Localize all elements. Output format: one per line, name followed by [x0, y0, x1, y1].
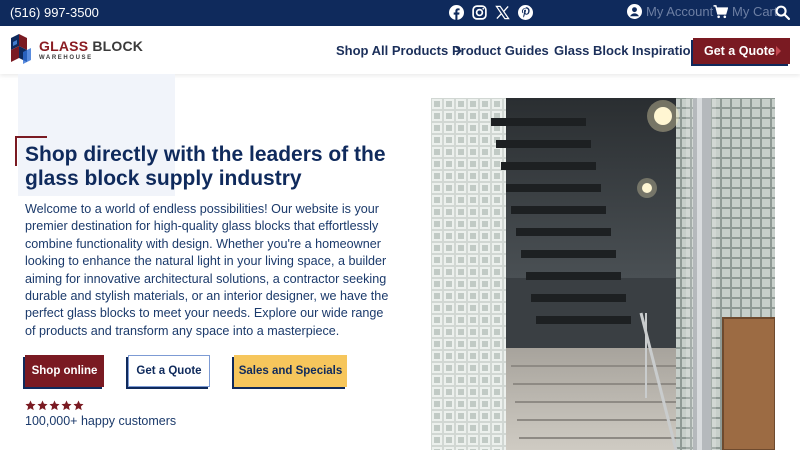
my-account-label: My Account: [646, 4, 714, 19]
hero-description: Welcome to a world of endless possibilit…: [25, 202, 389, 338]
nav-shop-all-products[interactable]: Shop All Products: [336, 43, 462, 58]
cart-icon: [713, 4, 728, 18]
instagram-icon[interactable]: [472, 5, 487, 20]
hero-staircase-photo: [431, 98, 775, 450]
star-icon: [49, 400, 60, 411]
x-icon[interactable]: [495, 5, 510, 20]
logo-tagline: WAREHOUSE: [39, 55, 93, 61]
star-icon: [73, 400, 84, 411]
phone-link[interactable]: (516) 997-3500: [10, 5, 99, 20]
star-icon: [37, 400, 48, 411]
header-get-quote-button[interactable]: Get a Quote: [693, 38, 790, 64]
top-bar: (516) 997-3500 My Account My Cart: [0, 0, 800, 26]
search-icon[interactable]: [775, 5, 790, 20]
logo-wordmark: GLASS BLOCK: [39, 38, 144, 54]
header-get-quote-label: Get a Quote: [704, 44, 775, 58]
sales-and-specials-button[interactable]: Sales and Specials: [234, 355, 347, 387]
shop-online-button[interactable]: Shop online: [25, 355, 104, 387]
chevron-right-icon: [776, 46, 781, 56]
social-links: [449, 5, 533, 20]
glass-block-logo-icon: [11, 34, 31, 64]
nav-product-guides[interactable]: Product Guides: [452, 43, 549, 58]
happy-customers-text: 100,000+ happy customers: [25, 414, 177, 428]
my-cart-label: My Cart: [732, 4, 778, 19]
get-a-quote-button[interactable]: Get a Quote: [128, 355, 210, 387]
nav-shop-all-label: Shop All Products: [336, 43, 449, 58]
hero-title: Shop directly with the leaders of the gl…: [25, 143, 386, 190]
my-account-link[interactable]: My Account: [627, 4, 713, 19]
nav-glass-block-inspiration[interactable]: Glass Block Inspiration: [554, 43, 699, 58]
rating-stars: [25, 400, 84, 411]
pinterest-icon[interactable]: [518, 5, 533, 20]
star-icon: [61, 400, 72, 411]
star-icon: [25, 400, 36, 411]
site-logo[interactable]: GLASS BLOCK WAREHOUSE: [9, 34, 143, 66]
facebook-icon[interactable]: [449, 5, 464, 20]
user-icon: [627, 4, 642, 19]
main-header: GLASS BLOCK WAREHOUSE Shop All Products …: [0, 26, 800, 74]
my-cart-link[interactable]: My Cart: [713, 4, 778, 19]
